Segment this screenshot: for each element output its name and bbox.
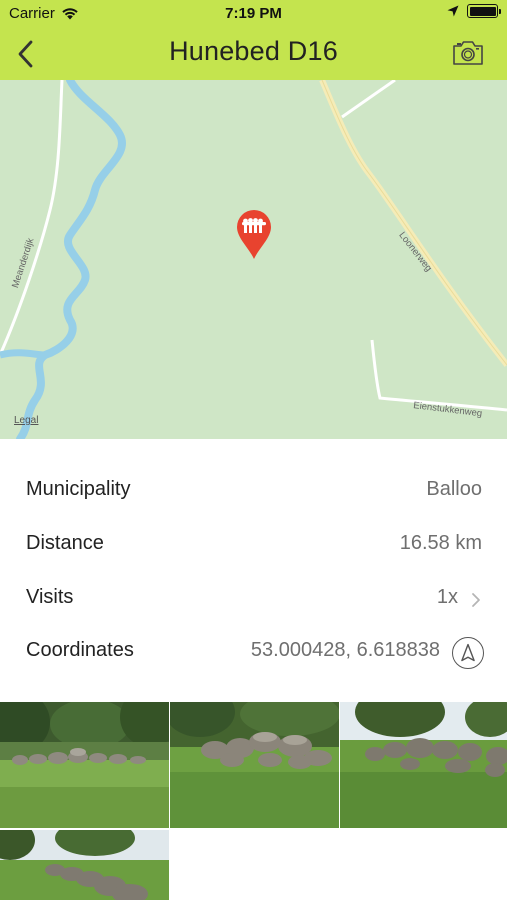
status-right (447, 4, 501, 18)
photo-image (170, 702, 339, 828)
photo-thumbnail[interactable] (340, 702, 507, 828)
map-legal-link[interactable]: Legal (14, 415, 38, 426)
coordinates-label: Coordinates (26, 639, 134, 661)
visits-value: 1x (436, 586, 458, 608)
camera-icon[interactable] (451, 38, 485, 68)
coordinates-row: Coordinates 53.000428, 6.618838 (0, 626, 507, 679)
photo-image (340, 702, 507, 828)
municipality-value: Balloo (426, 478, 482, 500)
visits-label: Visits (26, 586, 74, 608)
photo-image (0, 830, 169, 900)
map-pin-icon[interactable] (236, 210, 272, 260)
distance-value: 16.58 km (399, 532, 482, 554)
photo-thumbnail[interactable] (170, 702, 339, 828)
photo-thumbnail[interactable] (0, 830, 169, 900)
municipality-row: Municipality Balloo (0, 465, 507, 518)
details-list: Municipality Balloo Distance 16.58 km Vi… (0, 439, 507, 701)
chevron-right-icon (472, 593, 480, 607)
map-view[interactable]: Meanderdijk Loonerweg Eienstukkenweg Leg… (0, 80, 507, 439)
status-time: 7:19 PM (225, 5, 282, 22)
photo-image (0, 702, 169, 828)
photo-thumbnail[interactable] (0, 702, 169, 828)
header: Carrier 7:19 PM Hunebed D16 (0, 0, 507, 80)
battery-icon (467, 4, 501, 18)
visits-row[interactable]: Visits 1x (0, 573, 507, 626)
coordinates-value: 53.000428, 6.618838 (250, 639, 440, 661)
navigation-icon[interactable] (452, 637, 484, 669)
page-title: Hunebed D16 (169, 36, 338, 66)
distance-label: Distance (26, 532, 104, 554)
nav-bar: Hunebed D16 (0, 28, 507, 80)
photo-grid (0, 702, 507, 900)
location-arrow-icon (447, 5, 459, 17)
distance-row: Distance 16.58 km (0, 519, 507, 572)
status-bar: Carrier 7:19 PM (0, 0, 507, 28)
municipality-label: Municipality (26, 478, 131, 500)
